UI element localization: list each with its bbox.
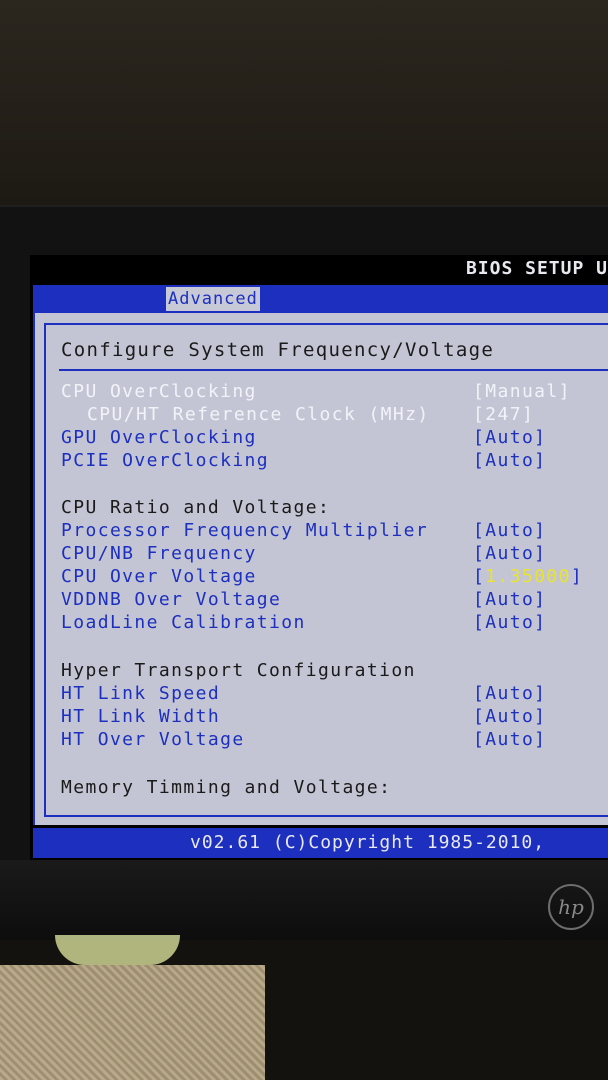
cup-object	[55, 935, 180, 965]
setting-label: Processor Frequency Multiplier	[61, 520, 429, 541]
setting-value[interactable]: [247]	[473, 404, 534, 425]
tab-advanced[interactable]: Advanced	[166, 287, 260, 311]
setting-value[interactable]: [Auto]	[473, 589, 546, 610]
copyright-footer: v02.61 (C)Copyright 1985-2010,	[33, 828, 608, 858]
setting-row-ht-link-speed[interactable]: HT Link Speed [Auto]	[35, 683, 608, 707]
setting-row-loadline-calibration[interactable]: LoadLine Calibration [Auto]	[35, 612, 608, 636]
copyright-text: v02.61 (C)Copyright 1985-2010,	[190, 832, 546, 853]
setting-label: CPU/NB Frequency	[61, 543, 257, 564]
setting-label: HT Link Speed	[61, 683, 221, 704]
setting-row-cpu-over-voltage[interactable]: CPU Over Voltage [1.35000]	[35, 566, 608, 590]
setting-value[interactable]: [Manual]	[473, 381, 571, 402]
group-header-cpu-ratio: CPU Ratio and Voltage:	[35, 497, 608, 521]
settings-panel: Configure System Frequency/Voltage CPU O…	[33, 313, 608, 825]
setting-value[interactable]: [Auto]	[473, 683, 546, 704]
group-header-label: Memory Timming and Voltage:	[61, 777, 392, 798]
setting-row-ht-link-width[interactable]: HT Link Width [Auto]	[35, 706, 608, 730]
hp-logo-icon: hp	[548, 884, 594, 930]
setting-row-reference-clock[interactable]: CPU/HT Reference Clock (MHz) [247]	[35, 404, 608, 428]
setting-label: CPU OverClocking	[61, 381, 257, 402]
setting-label: VDDNB Over Voltage	[61, 589, 282, 610]
setting-row-pcie-overclocking[interactable]: PCIE OverClocking [Auto]	[35, 450, 608, 474]
setting-row-cpu-nb-frequency[interactable]: CPU/NB Frequency [Auto]	[35, 543, 608, 567]
setting-row-vddnb-over-voltage[interactable]: VDDNB Over Voltage [Auto]	[35, 589, 608, 613]
setting-value[interactable]: [Auto]	[473, 706, 546, 727]
bios-screen: BIOS SETUP U Advanced Configure System F…	[30, 255, 608, 860]
group-header-label: CPU Ratio and Voltage:	[61, 497, 331, 518]
background-wall	[0, 0, 608, 215]
setting-value[interactable]: [Auto]	[473, 612, 546, 633]
value-highlight: 1.35000	[485, 566, 571, 587]
value-bracket-close: ]	[570, 566, 584, 587]
setting-label: HT Over Voltage	[61, 729, 245, 750]
setting-value[interactable]: [Auto]	[473, 450, 546, 471]
group-header-hyper-transport: Hyper Transport Configuration	[35, 660, 608, 684]
setting-value[interactable]: [Auto]	[473, 427, 546, 448]
setting-label: GPU OverClocking	[61, 427, 257, 448]
setting-value[interactable]: [Auto]	[473, 543, 546, 564]
heading-divider	[59, 369, 608, 371]
value-bracket-open: [	[473, 566, 486, 587]
setting-row-cpu-overclocking[interactable]: CPU OverClocking [Manual]	[35, 381, 608, 405]
group-header-label: Hyper Transport Configuration	[61, 660, 416, 681]
tab-bar: Advanced	[33, 285, 608, 313]
bios-title: BIOS SETUP U	[465, 258, 608, 279]
setting-value[interactable]: [Auto]	[473, 520, 546, 541]
setting-label: LoadLine Calibration	[61, 612, 306, 633]
setting-label: HT Link Width	[61, 706, 221, 727]
setting-label: CPU/HT Reference Clock (MHz)	[87, 404, 430, 425]
section-heading: Configure System Frequency/Voltage	[61, 339, 495, 361]
setting-row-frequency-multiplier[interactable]: Processor Frequency Multiplier [Auto]	[35, 520, 608, 544]
setting-row-ht-over-voltage[interactable]: HT Over Voltage [Auto]	[35, 729, 608, 753]
setting-label: CPU Over Voltage	[61, 566, 257, 587]
setting-label: PCIE OverClocking	[61, 450, 270, 471]
monitor-bezel-bottom	[0, 860, 608, 940]
setting-value[interactable]: [1.35000]	[473, 566, 583, 587]
woven-placemat	[0, 965, 265, 1080]
setting-row-gpu-overclocking[interactable]: GPU OverClocking [Auto]	[35, 427, 608, 451]
setting-value[interactable]: [Auto]	[473, 729, 546, 750]
group-header-memory-timing: Memory Timming and Voltage:	[35, 777, 608, 801]
